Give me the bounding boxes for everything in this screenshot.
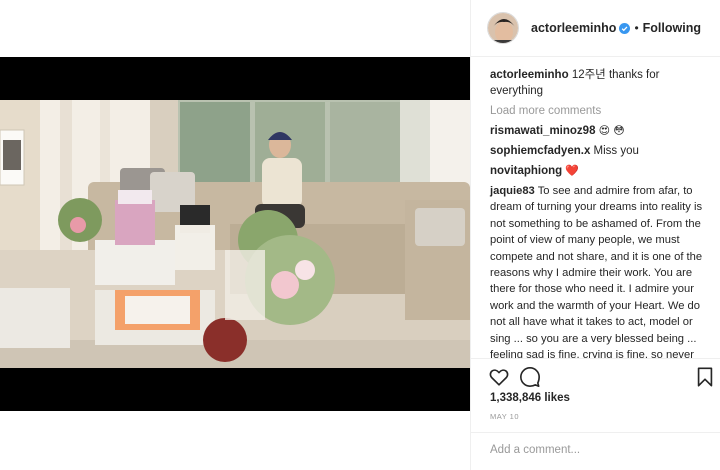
bookmark-icon[interactable] bbox=[694, 366, 716, 388]
post-header: actorleeminho • Following bbox=[471, 0, 720, 57]
comment-item: novitaphiong ❤️ bbox=[490, 163, 709, 179]
post-media-area bbox=[0, 0, 470, 470]
action-bar bbox=[471, 358, 720, 396]
avatar-image bbox=[488, 13, 518, 43]
avatar[interactable] bbox=[487, 12, 519, 44]
following-button[interactable]: Following bbox=[643, 21, 701, 35]
comment-text: 😍 😳 bbox=[598, 125, 625, 137]
post-caption: actorleeminho 12주년 thanks for everything bbox=[490, 67, 709, 99]
add-comment-input[interactable]: Add a comment... bbox=[471, 432, 720, 470]
comments-list[interactable]: actorleeminho 12주년 thanks for everything… bbox=[471, 58, 720, 358]
video-frame-image[interactable] bbox=[0, 100, 470, 368]
comment-item: rismawati_minoz98 😍 😳 bbox=[490, 123, 709, 139]
comment-text: To see and admire from afar, to dream of… bbox=[490, 185, 703, 358]
add-comment-placeholder: Add a comment... bbox=[490, 444, 581, 456]
comment-icon[interactable] bbox=[519, 366, 541, 388]
load-more-comments-button[interactable]: Load more comments bbox=[490, 105, 709, 117]
likes-count[interactable]: 1,338,846 likes bbox=[490, 392, 570, 404]
comment-text: ❤️ bbox=[565, 165, 580, 177]
comment-username[interactable]: sophiemcfadyen.x bbox=[490, 145, 590, 157]
post-side-panel: actorleeminho • Following actorleeminho … bbox=[470, 0, 720, 470]
verified-badge-icon bbox=[619, 22, 631, 34]
comment-item: jaquie83 To see and admire from afar, to… bbox=[490, 183, 709, 358]
header-username[interactable]: actorleeminho bbox=[531, 21, 616, 35]
heart-icon[interactable] bbox=[488, 366, 510, 388]
living-room-scene bbox=[0, 100, 470, 368]
comment-username[interactable]: novitaphiong bbox=[490, 165, 562, 177]
caption-username[interactable]: actorleeminho bbox=[490, 69, 569, 81]
comment-item: sophiemcfadyen.x Miss you bbox=[490, 143, 709, 159]
comment-text: Miss you bbox=[593, 145, 639, 157]
comment-username[interactable]: rismawati_minoz98 bbox=[490, 125, 595, 137]
comment-username[interactable]: jaquie83 bbox=[490, 185, 535, 197]
video-player[interactable] bbox=[0, 57, 470, 411]
post-date[interactable]: MAY 10 bbox=[490, 412, 519, 421]
header-separator: • bbox=[634, 21, 639, 35]
